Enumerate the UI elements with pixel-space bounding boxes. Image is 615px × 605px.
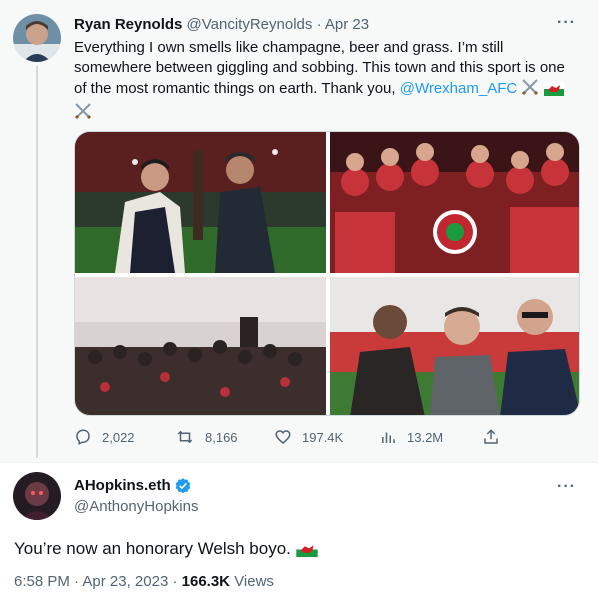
retweet-count: 8,166 bbox=[205, 429, 238, 445]
reply-count: 2,022 bbox=[102, 429, 135, 445]
tweet-actions: 2,022 8,166 197.4K 13.2M bbox=[74, 428, 504, 448]
reply-author-row: AHopkins.eth bbox=[74, 476, 192, 496]
author-name[interactable]: Ryan Reynolds bbox=[74, 16, 182, 33]
tweet-date[interactable]: Apr 23 bbox=[325, 16, 369, 33]
avatar[interactable] bbox=[13, 472, 61, 520]
reply-icon bbox=[76, 429, 90, 445]
mention-link[interactable]: @Wrexham_AFC bbox=[400, 80, 517, 97]
retweet-button[interactable]: 8,166 bbox=[175, 428, 238, 446]
meta-separator: · bbox=[172, 573, 178, 590]
share-icon bbox=[484, 429, 498, 444]
author-handle[interactable]: @VancityReynolds bbox=[187, 16, 313, 33]
views-chart-icon bbox=[382, 432, 395, 443]
views-button[interactable]: 13.2M bbox=[379, 428, 443, 446]
reply-tweet[interactable]: AHopkins.eth @AnthonyHopkins ··· You’re … bbox=[0, 464, 598, 605]
views-count: 13.2M bbox=[407, 429, 444, 445]
heart-icon bbox=[275, 430, 291, 444]
wales-flag-icon bbox=[295, 541, 318, 563]
reply-button[interactable]: 2,022 bbox=[74, 428, 135, 446]
media-photo-stadium-group[interactable] bbox=[330, 277, 579, 415]
reply-time[interactable]: 6:58 PM bbox=[14, 573, 70, 590]
like-count: 197.4K bbox=[302, 429, 344, 445]
reply-views-count: 166.3K bbox=[181, 573, 231, 590]
parent-tweet[interactable]: Ryan Reynolds @VancityReynolds · Apr 23 … bbox=[0, 0, 598, 463]
media-grid bbox=[74, 131, 580, 416]
reply-date[interactable]: Apr 23, 2023 bbox=[82, 573, 168, 590]
crossed-swords-icon bbox=[74, 102, 92, 126]
meta-separator: · bbox=[74, 573, 80, 590]
thread-connector-line bbox=[36, 66, 38, 458]
reply-meta: 6:58 PM · Apr 23, 2023 · 166.3K Views bbox=[14, 572, 274, 592]
more-options-icon[interactable]: ··· bbox=[557, 478, 576, 496]
reply-author-name[interactable]: AHopkins.eth bbox=[74, 476, 171, 496]
share-button[interactable] bbox=[482, 428, 510, 446]
media-photo-crowd[interactable] bbox=[75, 277, 326, 415]
more-options-icon[interactable]: ··· bbox=[557, 14, 576, 32]
tweet-header: Ryan Reynolds @VancityReynolds · Apr 23 bbox=[74, 15, 369, 35]
media-photo-team[interactable] bbox=[330, 132, 579, 273]
wales-flag-icon bbox=[543, 82, 564, 102]
crossed-swords-icon bbox=[521, 78, 539, 102]
header-separator: · bbox=[316, 16, 322, 33]
media-photo-celebration[interactable] bbox=[75, 132, 326, 273]
reply-text-body: You’re now an honorary Welsh boyo. bbox=[14, 539, 291, 558]
retweet-icon bbox=[177, 430, 193, 444]
reply-author-handle[interactable]: @AnthonyHopkins bbox=[74, 497, 198, 517]
verified-badge-icon bbox=[175, 478, 191, 494]
thread-frame: Ryan Reynolds @VancityReynolds · Apr 23 … bbox=[0, 0, 598, 605]
avatar[interactable] bbox=[13, 14, 61, 62]
reply-views-label: Views bbox=[234, 573, 274, 590]
like-button[interactable]: 197.4K bbox=[274, 428, 343, 446]
tweet-text: Everything I own smells like champagne, … bbox=[74, 38, 579, 126]
reply-text: You’re now an honorary Welsh boyo. bbox=[14, 538, 318, 563]
